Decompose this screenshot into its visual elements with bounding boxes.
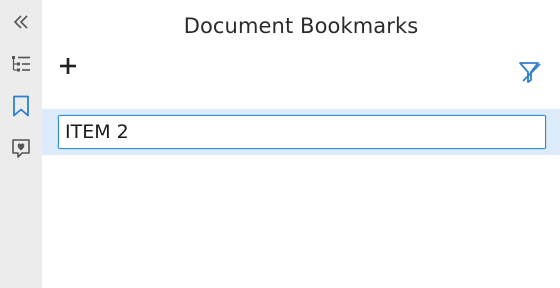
filter-off-icon <box>517 59 543 89</box>
plus-icon <box>58 56 78 80</box>
outline-tree-list-icon <box>11 54 31 74</box>
bookmark-row-selected[interactable] <box>42 109 560 155</box>
left-icon-rail <box>0 0 42 288</box>
panel-title: Document Bookmarks <box>183 14 419 38</box>
bookmark-icon <box>12 95 30 117</box>
bookmark-name-input[interactable] <box>58 115 546 149</box>
clear-filter-button[interactable] <box>516 60 544 88</box>
bookmarks-panel: Document Bookmarks <box>42 0 560 288</box>
outline-view-button[interactable] <box>0 47 42 81</box>
double-chevron-left-icon <box>12 14 30 30</box>
bookmarks-view-button[interactable] <box>0 89 42 123</box>
add-bookmark-button[interactable] <box>56 56 80 80</box>
favorites-heart-icon <box>10 137 32 159</box>
favorites-view-button[interactable] <box>0 131 42 165</box>
collapse-panel-button[interactable] <box>0 5 42 39</box>
